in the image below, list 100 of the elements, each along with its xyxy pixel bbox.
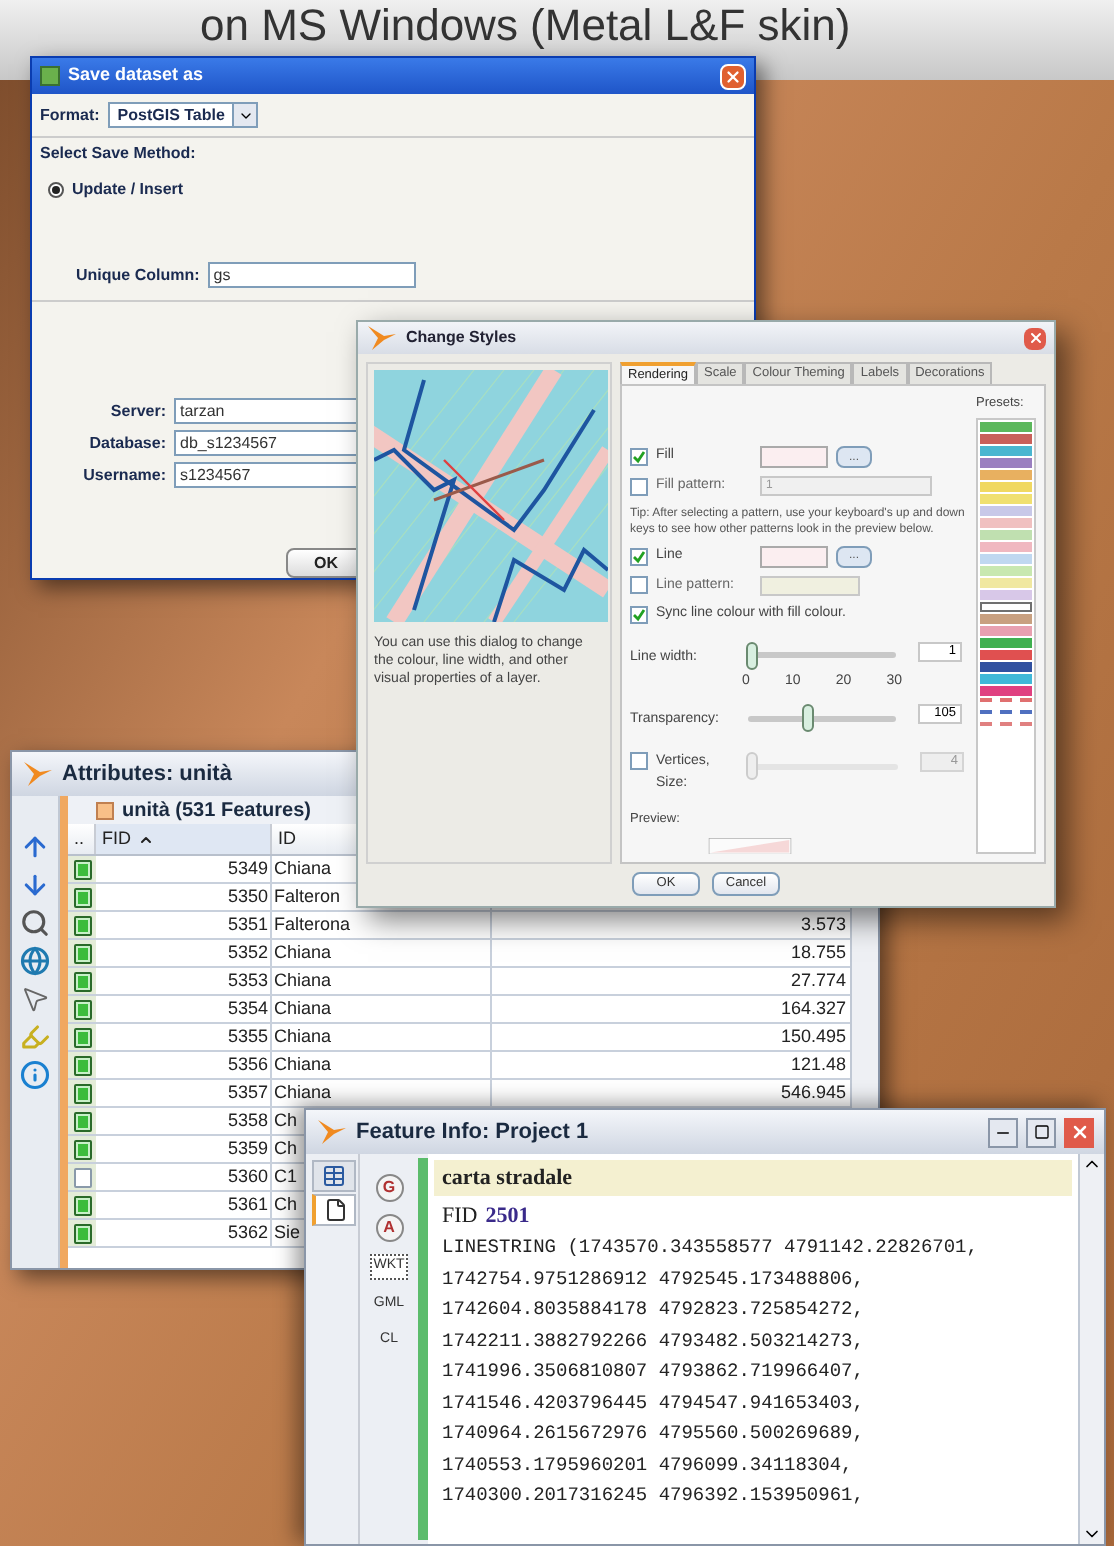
- layer-title: unità (531 Features): [122, 797, 311, 825]
- table-cell: Chiana: [272, 996, 492, 1022]
- preset-swatch[interactable]: [980, 601, 1032, 612]
- row-marker[interactable]: [73, 1139, 91, 1159]
- slider-thumb[interactable]: [801, 704, 814, 732]
- row-marker[interactable]: [73, 1083, 91, 1103]
- window-title: Change Styles: [406, 326, 517, 350]
- field-label: Format:: [40, 103, 100, 127]
- table-cell: 18.755: [790, 942, 846, 962]
- close-button[interactable]: [1064, 1117, 1094, 1147]
- geometry-line: 1741546.4203796445 4794547.941653403,: [442, 1389, 866, 1417]
- preset-swatch[interactable]: [980, 457, 1032, 468]
- format-button[interactable]: A: [375, 1214, 403, 1242]
- view-tab[interactable]: [312, 1194, 356, 1226]
- preset-swatch[interactable]: [980, 613, 1032, 624]
- close-icon: [724, 67, 742, 85]
- checkbox[interactable]: [630, 752, 648, 770]
- preset-swatch[interactable]: [980, 433, 1032, 444]
- checkbox[interactable]: [630, 605, 648, 624]
- table-cell: 5359: [96, 1136, 272, 1162]
- preset-swatch[interactable]: [980, 721, 1032, 732]
- minimize-button[interactable]: [988, 1117, 1018, 1147]
- table-cell: 5351: [96, 912, 272, 938]
- preset-swatch[interactable]: [980, 421, 1032, 432]
- row-marker[interactable]: [73, 1167, 91, 1187]
- scrollbar[interactable]: [1078, 1154, 1104, 1544]
- pointer-icon[interactable]: [20, 984, 50, 1014]
- checkbox[interactable]: [630, 576, 648, 595]
- column-header[interactable]: FID: [96, 824, 272, 854]
- preset-swatch[interactable]: [980, 685, 1032, 696]
- checkbox[interactable]: [630, 448, 648, 466]
- input-field[interactable]: gs: [207, 262, 416, 288]
- app-icon: [40, 66, 60, 86]
- table-cell: 5358: [96, 1108, 272, 1134]
- preset-swatch[interactable]: [980, 637, 1032, 648]
- preset-swatch[interactable]: [980, 493, 1032, 504]
- colour-swatch[interactable]: [760, 545, 828, 567]
- preset-swatch[interactable]: [980, 481, 1032, 492]
- move-up-icon[interactable]: [20, 832, 50, 862]
- preset-swatch[interactable]: [980, 469, 1032, 480]
- geometry-line: 1741996.3506810807 4793862.719966407,: [442, 1358, 866, 1386]
- row-marker[interactable]: [73, 1195, 91, 1215]
- table-cell: 5357: [96, 1080, 272, 1106]
- preset-swatch[interactable]: [980, 661, 1032, 672]
- table-cell: 3.573: [800, 914, 846, 934]
- field-label: Server:: [108, 399, 166, 423]
- preset-swatch[interactable]: [980, 565, 1032, 576]
- row-marker[interactable]: [73, 1111, 91, 1131]
- format-button[interactable]: G: [375, 1174, 403, 1202]
- row-marker[interactable]: [73, 1223, 91, 1243]
- preset-swatch[interactable]: [980, 697, 1032, 708]
- row-marker[interactable]: [73, 1027, 91, 1047]
- slider-thumb[interactable]: [746, 641, 759, 669]
- view-tab[interactable]: [312, 1160, 356, 1192]
- window-title: Save dataset as: [68, 62, 204, 89]
- geometry-line: 1742754.9751286912 4792545.173488806,: [442, 1265, 866, 1293]
- preset-swatch[interactable]: [980, 577, 1032, 588]
- globe-icon[interactable]: [20, 946, 50, 976]
- checkbox[interactable]: [630, 477, 648, 496]
- format-dropdown[interactable]: PostGIS Table: [107, 102, 259, 128]
- preset-swatch[interactable]: [980, 517, 1032, 528]
- geometry-line: 1740300.2017316245 4796392.153950961,: [442, 1482, 866, 1510]
- row-marker[interactable]: [73, 943, 91, 963]
- row-marker[interactable]: [73, 859, 91, 879]
- preset-swatch[interactable]: [980, 541, 1032, 552]
- layer-heading: carta stradale: [434, 1160, 1072, 1196]
- checkbox[interactable]: [630, 547, 648, 565]
- preset-swatch[interactable]: [980, 589, 1032, 600]
- preset-swatch[interactable]: [980, 709, 1032, 720]
- preset-swatch[interactable]: [980, 445, 1032, 456]
- slider-thumb[interactable]: [746, 752, 759, 780]
- maximize-icon: [1033, 1124, 1049, 1140]
- table-cell: 5350: [96, 884, 272, 910]
- document-icon: [323, 1198, 347, 1222]
- table-icon: [322, 1164, 346, 1188]
- table-cell: 164.327: [780, 998, 846, 1018]
- row-marker[interactable]: [73, 915, 91, 935]
- row-marker[interactable]: [73, 971, 91, 991]
- search-icon[interactable]: [20, 908, 50, 938]
- preset-swatch[interactable]: [980, 649, 1032, 660]
- preset-swatch[interactable]: [980, 625, 1032, 636]
- geometry-line: 1740964.2615672976 4795560.500269689,: [442, 1420, 866, 1448]
- preset-swatch[interactable]: [980, 553, 1032, 564]
- table-cell: 5361: [96, 1192, 272, 1218]
- preset-swatch[interactable]: [980, 505, 1032, 516]
- preset-swatch[interactable]: [980, 673, 1032, 684]
- close-button[interactable]: [720, 63, 746, 89]
- preset-swatch[interactable]: [980, 529, 1032, 540]
- info-icon[interactable]: [20, 1060, 50, 1090]
- row-marker[interactable]: [73, 1055, 91, 1075]
- close-button[interactable]: [1024, 327, 1046, 349]
- row-marker[interactable]: [73, 887, 91, 907]
- maximize-button[interactable]: [1026, 1117, 1056, 1147]
- table-cell: 5354: [96, 996, 272, 1022]
- colour-swatch[interactable]: [760, 446, 828, 468]
- table-cell: Chiana: [272, 1080, 492, 1106]
- radio-button[interactable]: [48, 182, 64, 198]
- row-marker[interactable]: [73, 999, 91, 1019]
- group-title: Select Save Method:: [40, 142, 198, 166]
- move-down-icon[interactable]: [20, 870, 50, 900]
